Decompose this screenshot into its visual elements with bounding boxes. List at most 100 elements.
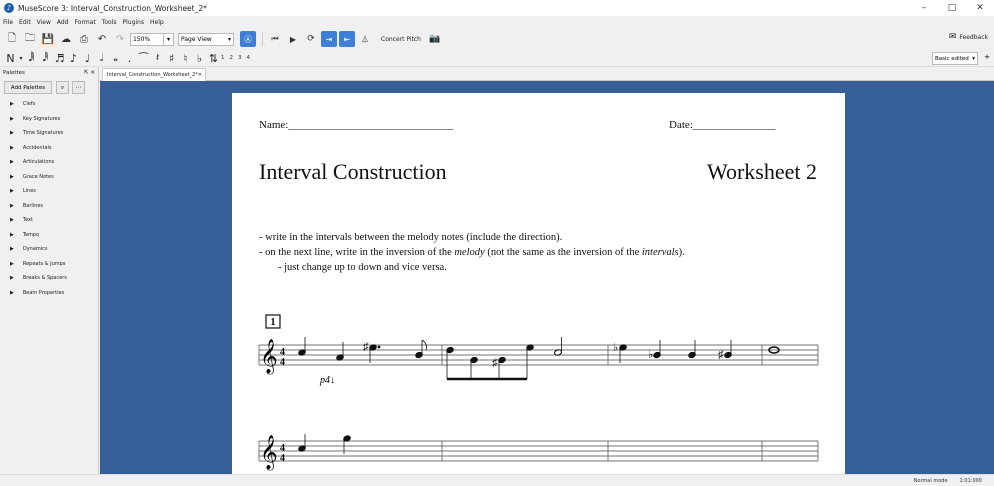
augmentation-dot-icon[interactable]: . (123, 52, 136, 65)
64th-note-icon[interactable]: 𝅘𝅥𝅲 (25, 51, 38, 65)
close-button[interactable]: ✕ (966, 0, 994, 16)
palette-item-text[interactable]: ▶ Text (0, 213, 98, 228)
chevron-down-icon: ▾ (227, 35, 231, 43)
expand-arrow-icon: ▶ (10, 289, 14, 296)
menu-plugins[interactable]: Plugins (122, 19, 144, 26)
redo-icon[interactable]: ↷ (112, 31, 128, 47)
maximize-button[interactable]: □ (938, 0, 966, 16)
quarter-note-icon[interactable]: ♩ (81, 52, 94, 65)
expand-arrow-icon: ▶ (10, 246, 14, 253)
32nd-note-icon[interactable]: 𝅘𝅥𝅱 (39, 51, 52, 65)
print-icon[interactable]: ⎙ (76, 31, 92, 47)
half-note-icon[interactable]: 𝅗𝅥 (95, 51, 108, 65)
undo-icon[interactable]: ↶ (94, 31, 110, 47)
loop-icon[interactable]: ⟳ (303, 31, 319, 47)
palette-item-label: Clefs (22, 101, 36, 108)
zoom-dropdown-icon[interactable]: ▾ (164, 32, 174, 46)
palette-item-accidentals[interactable]: ▶ Accidentals (0, 141, 98, 156)
open-folder-icon[interactable]: 🗀 (22, 31, 38, 47)
natural-icon[interactable]: ♮ (179, 52, 192, 65)
loop-out-icon[interactable]: ⇤ (339, 31, 355, 47)
eighth-note-icon[interactable]: ♪ (67, 52, 80, 65)
cloud-upload-icon[interactable]: ☁ (58, 31, 74, 47)
minimize-button[interactable]: – (910, 0, 938, 16)
add-palettes-button[interactable]: Add Palettes (4, 81, 52, 94)
voice-2-button[interactable]: 2 (230, 55, 234, 61)
feedback-button[interactable]: ✉ Feedback (949, 32, 988, 42)
menu-help[interactable]: Help (150, 19, 164, 26)
sharp-icon[interactable]: ♯ (165, 52, 178, 65)
loop-in-icon[interactable]: ⇥ (321, 31, 337, 47)
menu-add[interactable]: Add (57, 19, 69, 26)
expand-arrow-icon: ▶ (10, 260, 14, 267)
musescore-logo-icon: ♪ (4, 3, 14, 13)
play-icon[interactable]: ▶ (285, 31, 301, 47)
whole-note-icon[interactable]: 𝅝 (109, 51, 122, 65)
palette-item-breaks-spacers[interactable]: ▶ Breaks & Spacers (0, 271, 98, 286)
concert-pitch-button[interactable]: Concert Pitch (381, 36, 421, 43)
close-icon[interactable]: ✕ (90, 70, 95, 76)
menu-format[interactable]: Format (75, 19, 96, 26)
close-icon[interactable]: ✕ (198, 72, 202, 78)
voice-3-button[interactable]: 3 (238, 55, 242, 61)
palette-item-tempo[interactable]: ▶ Tempo (0, 228, 98, 243)
add-workspace-icon[interactable]: + (984, 53, 990, 61)
16th-note-icon[interactable]: ♬ (53, 52, 66, 65)
treble-clef-icon[interactable]: 𝄞 (260, 435, 278, 471)
menu-view[interactable]: View (37, 19, 51, 26)
palette-item-time-signatures[interactable]: ▶ Time Signatures (0, 126, 98, 141)
save-icon[interactable]: 💾 (40, 31, 56, 47)
voice-4-button[interactable]: 4 (247, 55, 251, 61)
undock-icon[interactable]: ⇱ (84, 70, 89, 76)
menu-edit[interactable]: Edit (19, 19, 31, 26)
measure-2[interactable]: ♯ (446, 337, 563, 381)
palette-item-dynamics[interactable]: ▶ Dynamics (0, 242, 98, 257)
rewind-icon[interactable]: ⏮ (267, 31, 283, 47)
time-signature-bottom[interactable]: 4 (280, 357, 285, 368)
palette-item-label: Beam Properties (22, 289, 65, 296)
expand-arrow-icon: ▶ (10, 231, 14, 238)
title-bar: ♪ MuseScore 3: Interval_Construction_Wor… (0, 0, 994, 16)
zoom-input[interactable]: 150% (130, 32, 164, 46)
palette-item-clefs[interactable]: ▶ Clefs (0, 97, 98, 112)
palette-item-beam-properties[interactable]: ▶ Beam Properties (0, 286, 98, 301)
measure-3[interactable]: ♭ ♭ ♯ (613, 340, 732, 363)
menu-file[interactable]: File (3, 19, 13, 26)
palette-item-repeats-jumps[interactable]: ▶ Repeats & Jumps (0, 257, 98, 272)
flat-icon[interactable]: ♭ (193, 52, 206, 65)
voice-1-button[interactable]: 1 (221, 55, 225, 61)
palette-item-grace-notes[interactable]: ▶ Grace Notes (0, 170, 98, 185)
palette-item-articulations[interactable]: ▶ Articulations (0, 155, 98, 170)
mail-icon: ✉ (948, 32, 957, 42)
image-capture-icon[interactable]: 📷 (427, 31, 443, 47)
search-icon[interactable]: ⌕ (56, 81, 69, 94)
palette-item-key-signatures[interactable]: ▶ Key Signatures (0, 112, 98, 127)
menu-tools[interactable]: Tools (102, 19, 117, 26)
score-canvas[interactable]: Name:______________________________ Date… (100, 81, 994, 474)
music-notation[interactable]: 1 𝄞 4 4 ♯ p4↓ ♯ ♭ ♭ ♯ 𝄞 4 4 (232, 93, 845, 474)
palette-item-lines[interactable]: ▶ Lines (0, 184, 98, 199)
treble-clef-icon[interactable]: 𝄞 (260, 339, 278, 375)
note-input-icon[interactable]: Ⓐ (240, 31, 256, 47)
view-mode-select[interactable]: Page View ▾ (178, 32, 234, 46)
panel-controls: ⇱ ✕ (84, 70, 95, 76)
score-tab[interactable]: Interval_Construction_Worksheet_2* ✕ (102, 68, 206, 81)
rehearsal-mark[interactable]: 1 (271, 317, 276, 328)
palette-item-label: Time Signatures (22, 130, 64, 137)
expand-arrow-icon: ▶ (10, 217, 14, 224)
staff-2[interactable] (258, 440, 819, 462)
chevron-down-icon[interactable]: ▾ (18, 55, 24, 62)
more-options-icon[interactable]: ⋯ (72, 81, 85, 94)
palettes-panel: Palettes ⇱ ✕ Add Palettes ⌕ ⋯ ▶ Clefs ▶ Key… (0, 67, 99, 474)
rest-icon[interactable]: 𝄽 (151, 51, 164, 65)
time-signature-bottom[interactable]: 4 (280, 453, 285, 464)
score-page[interactable]: Name:______________________________ Date… (232, 93, 845, 474)
tie-icon[interactable]: ⁀ (137, 52, 150, 65)
interval-annotation[interactable]: p4↓ (319, 375, 335, 386)
new-file-icon[interactable]: 🗋 (4, 31, 20, 47)
flip-direction-icon[interactable]: ⇅ (207, 52, 220, 65)
palette-item-barlines[interactable]: ▶ Barlines (0, 199, 98, 214)
metronome-icon[interactable]: ⏃ (357, 31, 373, 47)
workspace-select[interactable]: Basic edited ▾ (932, 52, 978, 65)
note-input-mode-icon[interactable]: N (4, 52, 17, 65)
